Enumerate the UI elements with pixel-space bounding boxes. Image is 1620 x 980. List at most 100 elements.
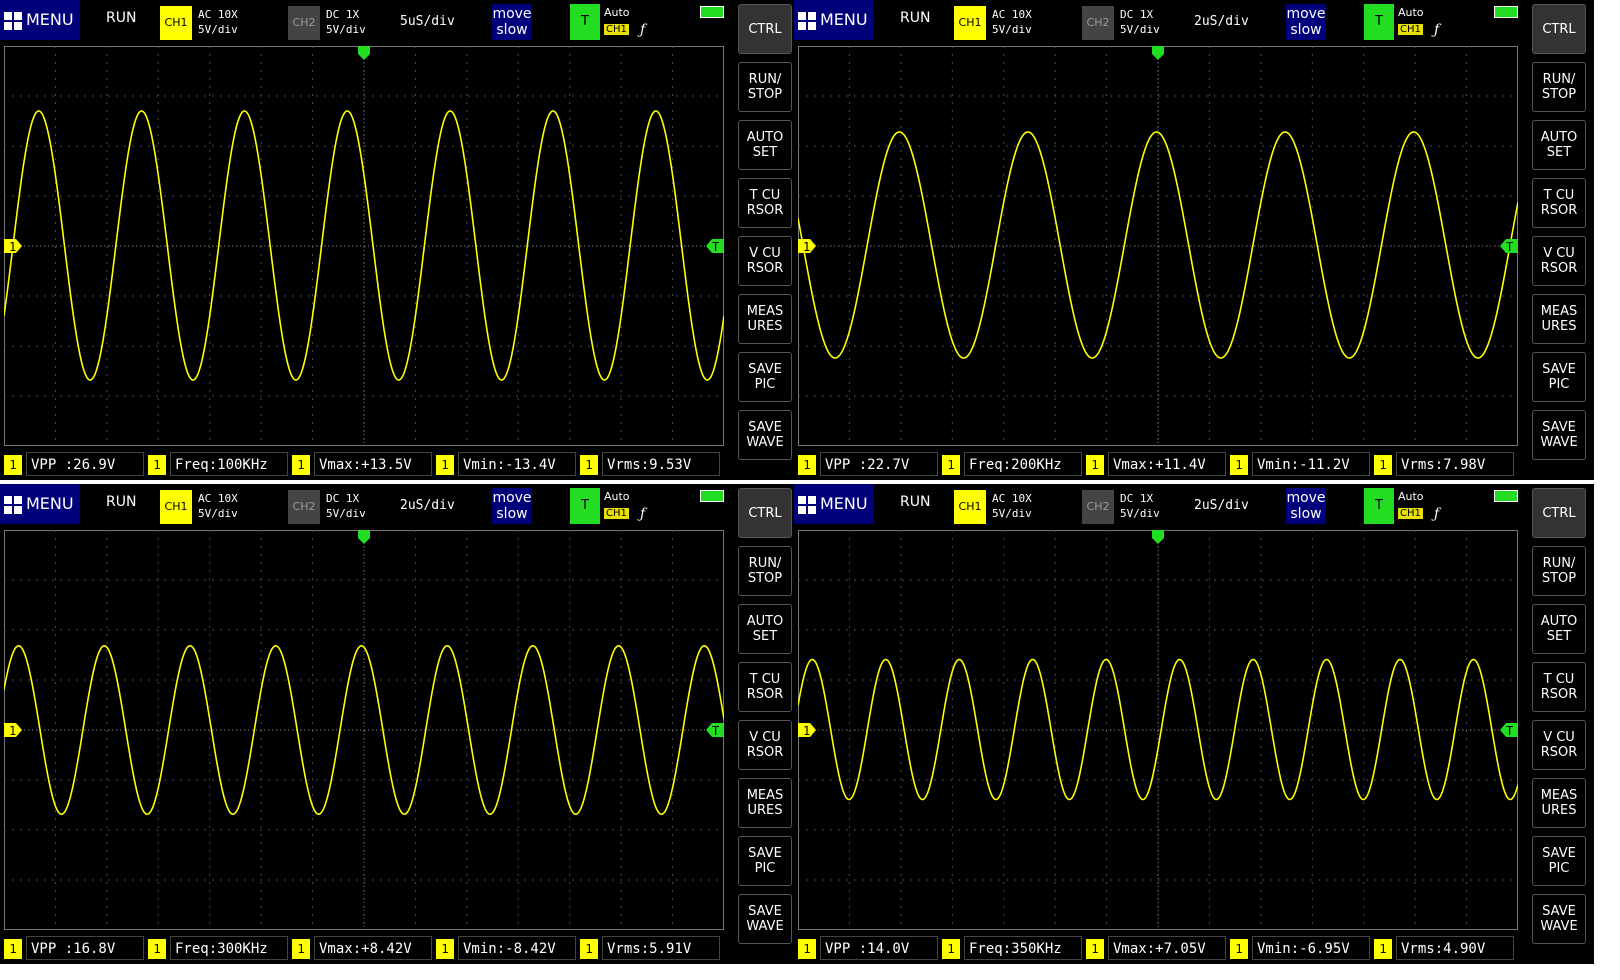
time-cursor-button[interactable]: T CU RSOR <box>738 662 792 712</box>
run-stop-button[interactable]: RUN/ STOP <box>738 546 792 596</box>
ch1-button[interactable]: CH1 <box>160 490 192 524</box>
save-pic-button[interactable]: SAVE PIC <box>738 352 792 402</box>
ch2-button[interactable]: CH2 <box>288 6 320 40</box>
save-wave-button[interactable]: SAVE WAVE <box>738 410 792 460</box>
vpp-measure[interactable]: VPP :22.7V <box>820 452 938 476</box>
volt-cursor-button[interactable]: V CU RSOR <box>1532 236 1586 286</box>
ch2-settings[interactable]: DC 1X 5V/div <box>1120 491 1160 521</box>
freq-measure[interactable]: Freq:350KHz <box>964 936 1082 960</box>
trigger-button[interactable]: T <box>1364 4 1394 40</box>
ctrl-button[interactable]: CTRL <box>738 4 792 54</box>
ch2-button[interactable]: CH2 <box>288 490 320 524</box>
vmax-measure[interactable]: Vmax:+13.5V <box>314 452 432 476</box>
measures-button[interactable]: MEAS URES <box>738 294 792 344</box>
menu-button[interactable]: MENU <box>794 0 874 40</box>
vpp-measure[interactable]: VPP :16.8V <box>26 936 144 960</box>
menu-button[interactable]: MENU <box>0 0 80 40</box>
timebase-readout[interactable]: 2uS/div <box>400 498 455 513</box>
ctrl-button[interactable]: CTRL <box>1532 488 1586 538</box>
run-status[interactable]: RUN <box>900 10 930 26</box>
vpp-measure[interactable]: VPP :26.9V <box>26 452 144 476</box>
move-speed-button[interactable]: move slow <box>492 4 532 40</box>
ch2-coupling: DC 1X <box>326 492 360 505</box>
timebase-readout[interactable]: 2uS/div <box>1194 498 1249 513</box>
ch1-button[interactable]: CH1 <box>160 6 192 40</box>
run-stop-button[interactable]: RUN/ STOP <box>1532 546 1586 596</box>
ch1-button[interactable]: CH1 <box>954 490 986 524</box>
menu-label: MENU <box>26 10 74 29</box>
vmax-measure[interactable]: Vmax:+11.4V <box>1108 452 1226 476</box>
ch1-button[interactable]: CH1 <box>954 6 986 40</box>
battery-icon <box>700 6 724 18</box>
volt-cursor-button[interactable]: V CU RSOR <box>1532 720 1586 770</box>
auto-set-button[interactable]: AUTO SET <box>738 604 792 654</box>
auto-set-button[interactable]: AUTO SET <box>738 120 792 170</box>
ch2-scale: 5V/div <box>326 23 366 36</box>
save-pic-button[interactable]: SAVE PIC <box>1532 352 1586 402</box>
vrms-measure[interactable]: Vrms:4.90V <box>1396 936 1514 960</box>
time-cursor-button[interactable]: T CU RSOR <box>1532 178 1586 228</box>
run-status[interactable]: RUN <box>900 494 930 510</box>
run-status[interactable]: RUN <box>106 10 136 26</box>
volt-cursor-button[interactable]: V CU RSOR <box>738 236 792 286</box>
vrms-measure[interactable]: Vrms:5.91V <box>602 936 720 960</box>
vpp-measure[interactable]: VPP :14.0V <box>820 936 938 960</box>
save-pic-button[interactable]: SAVE PIC <box>1532 836 1586 886</box>
menu-button[interactable]: MENU <box>0 484 80 524</box>
ch2-settings[interactable]: DC 1X 5V/div <box>326 7 366 37</box>
menu-label: MENU <box>820 10 868 29</box>
measure-channel-badge: 1 <box>148 455 166 475</box>
vmin-measure[interactable]: Vmin:-13.4V <box>458 452 576 476</box>
time-cursor-button[interactable]: T CU RSOR <box>1532 662 1586 712</box>
trigger-button[interactable]: T <box>570 4 600 40</box>
timebase-readout[interactable]: 5uS/div <box>400 14 455 29</box>
ch2-settings[interactable]: DC 1X 5V/div <box>1120 7 1160 37</box>
measures-button[interactable]: MEAS URES <box>1532 778 1586 828</box>
ch2-button[interactable]: CH2 <box>1082 6 1114 40</box>
menu-button[interactable]: MENU <box>794 484 874 524</box>
trigger-level-marker-label: T <box>1506 240 1513 254</box>
timebase-readout[interactable]: 2uS/div <box>1194 14 1249 29</box>
time-cursor-button[interactable]: T CU RSOR <box>738 178 792 228</box>
ctrl-button[interactable]: CTRL <box>1532 4 1586 54</box>
ch1-settings[interactable]: AC 10X 5V/div <box>992 7 1032 37</box>
vmax-measure[interactable]: Vmax:+7.05V <box>1108 936 1226 960</box>
auto-set-button[interactable]: AUTO SET <box>1532 120 1586 170</box>
run-status[interactable]: RUN <box>106 494 136 510</box>
ch1-settings[interactable]: AC 10X 5V/div <box>198 7 238 37</box>
volt-cursor-button[interactable]: V CU RSOR <box>738 720 792 770</box>
ch1-settings[interactable]: AC 10X 5V/div <box>198 491 238 521</box>
run-stop-button[interactable]: RUN/ STOP <box>1532 62 1586 112</box>
measures-button[interactable]: MEAS URES <box>738 778 792 828</box>
trigger-button[interactable]: T <box>570 488 600 524</box>
vrms-measure[interactable]: Vrms:7.98V <box>1396 452 1514 476</box>
move-speed-button[interactable]: move slow <box>1286 488 1326 524</box>
freq-measure[interactable]: Freq:300KHz <box>170 936 288 960</box>
vmin-measure[interactable]: Vmin:-11.2V <box>1252 452 1370 476</box>
vmin-measure[interactable]: Vmin:-6.95V <box>1252 936 1370 960</box>
save-wave-button[interactable]: SAVE WAVE <box>1532 894 1586 944</box>
auto-set-button[interactable]: AUTO SET <box>1532 604 1586 654</box>
ch1-coupling: AC 10X <box>198 492 238 505</box>
waveform-svg: 1T <box>3 530 725 930</box>
trigger-button[interactable]: T <box>1364 488 1394 524</box>
move-line1: move <box>1286 6 1326 22</box>
freq-measure[interactable]: Freq:100KHz <box>170 452 288 476</box>
measures-button[interactable]: MEAS URES <box>1532 294 1586 344</box>
freq-measure[interactable]: Freq:200KHz <box>964 452 1082 476</box>
vrms-measure[interactable]: Vrms:9.53V <box>602 452 720 476</box>
ch2-settings[interactable]: DC 1X 5V/div <box>326 491 366 521</box>
move-speed-button[interactable]: move slow <box>492 488 532 524</box>
ctrl-button[interactable]: CTRL <box>738 488 792 538</box>
vmin-measure[interactable]: Vmin:-8.42V <box>458 936 576 960</box>
measurement-bar: 1 VPP :14.0V 1 Freq:350KHz 1 Vmax:+7.05V 1 Vmin… <box>798 936 1520 962</box>
vmax-measure[interactable]: Vmax:+8.42V <box>314 936 432 960</box>
save-wave-button[interactable]: SAVE WAVE <box>1532 410 1586 460</box>
ch1-settings[interactable]: AC 10X 5V/div <box>992 491 1032 521</box>
save-pic-button[interactable]: SAVE PIC <box>738 836 792 886</box>
run-stop-button[interactable]: RUN/ STOP <box>738 62 792 112</box>
move-speed-button[interactable]: move slow <box>1286 4 1326 40</box>
ch2-button[interactable]: CH2 <box>1082 490 1114 524</box>
move-line2: slow <box>1290 506 1322 522</box>
save-wave-button[interactable]: SAVE WAVE <box>738 894 792 944</box>
